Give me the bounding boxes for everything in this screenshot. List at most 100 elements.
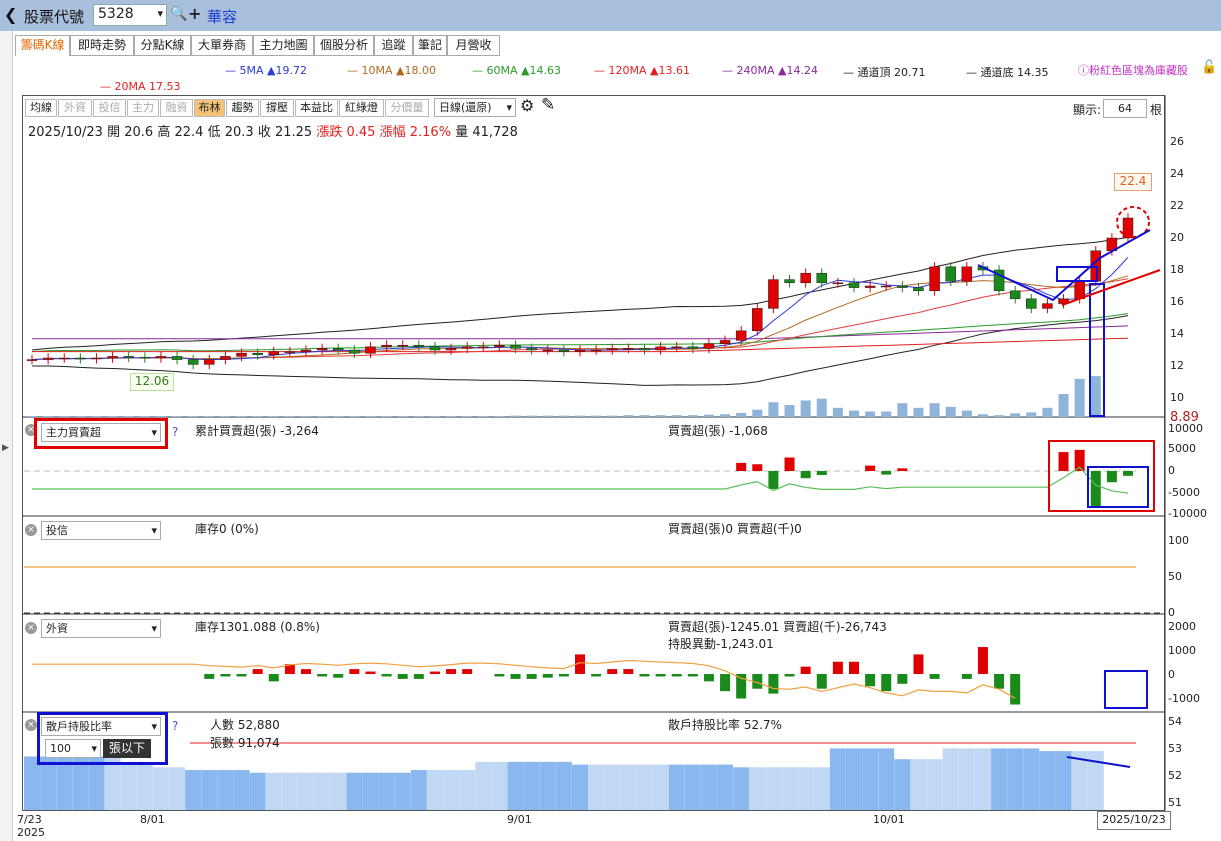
ma-legend-item-0: — 5MA ▲19.72: [225, 64, 307, 77]
price-chart[interactable]: [0, 0, 1221, 841]
date-tick-3: 10/01: [873, 813, 905, 826]
panel3-selector[interactable]: 外資 ▾: [41, 619, 161, 638]
retail-ratio-bar-51: [846, 748, 862, 810]
toolbar-btn-2[interactable]: 投信: [93, 99, 126, 117]
volume-bar-52: [865, 411, 876, 417]
candle-body-8: [155, 356, 167, 359]
panel2-selector[interactable]: 投信 ▾: [41, 521, 161, 540]
candle-body-5: [107, 356, 118, 359]
close-icon[interactable]: ×: [25, 719, 37, 731]
panel1-tick-4: -10000: [1168, 507, 1207, 520]
foreign-net-bar-22: [381, 674, 392, 677]
volume-bar-29: [494, 416, 505, 417]
foreign-net-bar-49: [816, 674, 827, 689]
toolbar-btn-10[interactable]: 分價量: [385, 99, 429, 117]
volume-bar-49: [816, 398, 827, 417]
candle-body-4: [91, 357, 102, 360]
tab-8[interactable]: 月營收: [447, 35, 500, 56]
foreign-net-bar-23: [397, 674, 408, 679]
retail-ratio-bar-55: [910, 759, 927, 810]
candle-body-50: [832, 282, 844, 285]
price-tick-4: 18: [1170, 263, 1184, 276]
volume-bar-39: [655, 415, 666, 417]
retail-ratio-bar-46: [765, 767, 782, 810]
help-icon[interactable]: ?: [172, 719, 178, 733]
tab-3[interactable]: 大單券商: [191, 35, 253, 56]
candle-body-11: [204, 359, 215, 365]
volume-bar-23: [397, 416, 408, 417]
candle-body-0: [26, 359, 38, 361]
volume-bar-47: [784, 405, 795, 417]
retail-ratio-bar-28: [475, 761, 492, 810]
candle-body-38: [639, 348, 650, 351]
retail-ratio-bar-14: [249, 772, 266, 810]
panel3-tick-0: 2000: [1168, 620, 1196, 633]
candle-body-47: [784, 279, 795, 284]
volume-bar-42: [703, 414, 714, 417]
panel4-tick-2: 52: [1168, 769, 1182, 782]
toolbar-btn-5[interactable]: 布林: [194, 99, 225, 117]
candle-body-51: [848, 282, 860, 288]
close-icon[interactable]: ×: [25, 524, 37, 536]
volume-bar-59: [977, 414, 988, 417]
toolbar-btn-1[interactable]: 外資: [58, 99, 92, 117]
tab-5[interactable]: 個股分析: [314, 35, 374, 56]
volume-bar-37: [623, 415, 634, 417]
retail-ratio-bar-53: [878, 748, 895, 810]
ma-swatch: —: [722, 64, 737, 77]
foreign-net-bar-36: [607, 669, 618, 674]
tab-0[interactable]: 籌碼K線: [15, 35, 70, 56]
volume-bar-34: [575, 415, 585, 417]
tab-7[interactable]: 筆記: [413, 35, 447, 56]
max-price-label: 22.4: [1114, 173, 1152, 191]
foreign-net-bar-38: [639, 674, 650, 677]
main-net-bar-66: [1090, 471, 1101, 507]
retail-ratio-bar-26: [443, 770, 460, 810]
tab-1[interactable]: 即時走勢: [70, 35, 134, 56]
panel4-ratio-label: 散戶持股比率 52.7%: [668, 718, 782, 732]
toolbar-btn-7[interactable]: 撐壓: [260, 99, 294, 117]
foreign-net-bar-41: [687, 674, 698, 677]
foreign-net-bar-51: [849, 661, 859, 674]
tab-6[interactable]: 追蹤: [374, 35, 413, 56]
retail-ratio-bar-10: [185, 770, 202, 810]
volume-bar-27: [462, 416, 473, 417]
toolbar-btn-9[interactable]: 紅綠燈: [339, 99, 384, 117]
candle-body-28: [478, 346, 489, 349]
foreign-net-bar-46: [768, 674, 779, 694]
retail-ratio-bar-12: [217, 770, 234, 810]
foreign-net-bar-50: [832, 661, 843, 674]
candle-body-30: [510, 344, 521, 349]
retail-ratio-bar-47: [781, 767, 798, 810]
retail-ratio-bar-50: [829, 748, 846, 810]
volume-bar-33: [558, 415, 569, 417]
volume-bar-22: [381, 416, 392, 417]
retail-ratio-bar-19: [330, 772, 347, 810]
ma-legend-item-1: — 10MA ▲18.00: [347, 64, 436, 77]
toolbar-btn-0[interactable]: 均線: [25, 99, 57, 117]
toolbar-btn-6[interactable]: 趨勢: [226, 99, 259, 117]
ma-legend-label: 10MA ▲18.00: [361, 64, 436, 77]
retail-ratio-bar-62: [1023, 748, 1040, 810]
retail-ratio-bar-49: [813, 767, 830, 810]
volume-bar-38: [639, 415, 650, 417]
toolbar-btn-8[interactable]: 本益比: [295, 99, 338, 117]
retail-ratio-bar-9: [169, 767, 186, 810]
toolbar-btn-4[interactable]: 融資: [160, 99, 193, 117]
foreign-net-bar-33: [558, 674, 569, 677]
volume-bar-24: [413, 416, 424, 417]
volume-bar-31: [526, 415, 537, 417]
candle-body-1: [42, 357, 54, 360]
candle-body-53: [880, 285, 892, 288]
candle-body-14: [252, 352, 263, 356]
panel4-tick-0: 54: [1168, 715, 1182, 728]
tab-4[interactable]: 主力地圖: [253, 35, 314, 56]
last-date-label: 2025/10/23: [1097, 811, 1171, 830]
close-icon[interactable]: ×: [25, 622, 37, 634]
tab-2[interactable]: 分點K線: [134, 35, 191, 56]
panel1-tick-0: 10000: [1168, 422, 1203, 435]
toolbar-btn-3[interactable]: 主力: [127, 99, 159, 117]
retail-ratio-bar-64: [1055, 751, 1072, 810]
retail-ratio-bar-39: [652, 764, 669, 810]
help-icon[interactable]: ?: [172, 425, 178, 439]
